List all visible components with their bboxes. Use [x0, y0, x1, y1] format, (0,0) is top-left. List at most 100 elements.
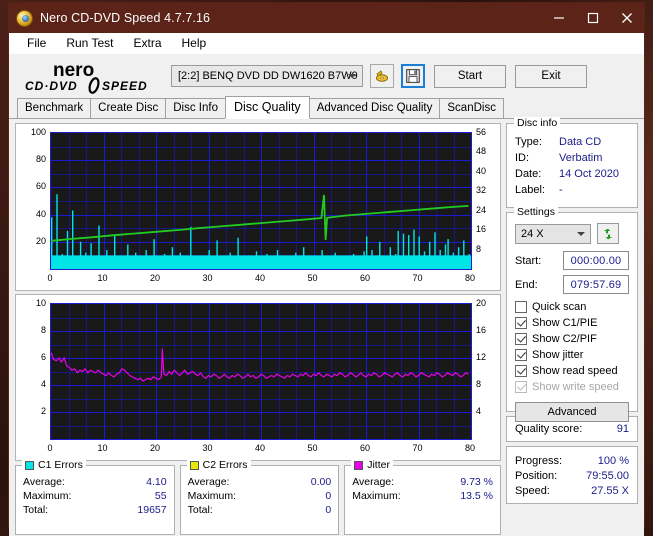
disc-info-title: Disc info — [514, 117, 561, 129]
tab-benchmark[interactable]: Benchmark — [17, 98, 92, 118]
x-axis-tick-label: 40 — [254, 443, 265, 453]
menu-item-help[interactable]: Help — [172, 33, 217, 54]
disc-label-value: - — [559, 184, 563, 196]
speed-select[interactable]: 24 X — [515, 223, 591, 244]
x-axis-tick-label: 60 — [359, 273, 370, 283]
checkbox-show-jitter[interactable]: Show jitter — [515, 347, 629, 363]
c1-total-value: 19657 — [137, 504, 167, 516]
drive-select[interactable]: [2:2] BENQ DVD DD DW1620 B7W9 — [171, 65, 363, 87]
settings-group: Settings 24 X Start: 000:00.00 End: 079:… — [506, 206, 638, 422]
menu-bar: File Run Test Extra Help — [9, 33, 644, 54]
checkbox-label: Show write speed — [532, 381, 619, 393]
close-icon[interactable] — [610, 3, 644, 33]
jitter-average-key: Average: — [352, 476, 395, 488]
start-button[interactable]: Start — [434, 64, 506, 88]
refresh-recycle-icon[interactable] — [597, 223, 619, 244]
jitter-chart: 2 4 6 8 10 4 8 12 16 20 0 10 20 30 40 50 60 70 80 — [15, 294, 501, 461]
x-axis-tick-label: 70 — [412, 273, 423, 283]
legend-jitter: Jitter Average: 9.73 % Maximum: 13.5 % — [344, 459, 502, 535]
series-jitter — [51, 348, 469, 382]
position-row: Position: 79:55.00 — [515, 469, 629, 484]
checkbox-label: Show read speed — [532, 365, 618, 377]
speed-key: Speed: — [515, 485, 550, 497]
tab-disc-info[interactable]: Disc Info — [165, 98, 226, 118]
checkbox-box — [515, 349, 527, 361]
end-input[interactable]: 079:57.69 — [563, 275, 629, 294]
quality-score-value: 91 — [616, 422, 629, 435]
y-axis-tick-label: 8 — [40, 325, 46, 335]
y2-axis-tick-label: 40 — [476, 165, 487, 176]
legend-row: C1 Errors Average: 4.10 Maximum: 55 Total:… — [15, 459, 502, 535]
tab-advanced-disc-quality[interactable]: Advanced Disc Quality — [308, 98, 441, 118]
c1-color-swatch — [25, 460, 34, 470]
series-c1-errors — [51, 194, 471, 269]
x-axis-tick-label: 20 — [149, 273, 160, 283]
start-label: Start: — [515, 254, 542, 267]
x-axis-tick-label: 80 — [464, 273, 475, 283]
tab-disc-quality[interactable]: Disc Quality — [225, 96, 310, 119]
tab-scandisc[interactable]: ScanDisc — [439, 98, 504, 118]
speed-row-status: Speed: 27.55 X — [515, 484, 629, 499]
menu-item-file[interactable]: File — [17, 33, 56, 54]
exit-button[interactable]: Exit — [515, 64, 587, 88]
position-key: Position: — [515, 470, 558, 482]
checkbox-quick-scan[interactable]: Quick scan — [515, 299, 629, 315]
menu-item-run-test[interactable]: Run Test — [56, 33, 123, 54]
legend-row-item: Total: 0 — [188, 503, 332, 517]
legend-c2-title: C2 Errors — [186, 459, 251, 471]
speed-select-value: 24 X — [521, 227, 544, 240]
y2-axis-tick-label: 12 — [476, 352, 487, 362]
checkbox-box — [515, 333, 527, 345]
y-axis-tick-label: 20 — [35, 235, 46, 246]
legend-jitter-title: Jitter — [351, 459, 393, 471]
checkbox-box — [515, 301, 527, 313]
disc-id-key: ID: — [515, 152, 530, 164]
eject-disc-icon[interactable] — [370, 64, 394, 88]
disc-label-key: Label: — [515, 184, 545, 196]
minimize-icon[interactable] — [542, 3, 576, 33]
checkbox-show-c1-pie[interactable]: Show C1/PIE — [515, 315, 629, 331]
legend-c2-label: C2 Errors — [202, 459, 248, 471]
legend-row-item: Average: 0.00 — [188, 475, 332, 489]
y-axis-tick-label: 80 — [35, 154, 46, 165]
x-axis-tick-label: 30 — [202, 273, 213, 283]
y2-axis-tick-label: 16 — [476, 325, 487, 335]
maximize-icon[interactable] — [576, 3, 610, 33]
x-axis-tick-label: 50 — [307, 273, 318, 283]
x-axis-tick-label: 10 — [97, 443, 108, 453]
tab-create-disc[interactable]: Create Disc — [90, 98, 167, 118]
x-axis-tick-label: 0 — [47, 273, 53, 283]
c2-average-key: Average: — [187, 476, 230, 488]
progress-key: Progress: — [515, 455, 563, 467]
disc-info-group: Disc info Type: Data CD ID: Verbatim Date:… — [506, 117, 638, 208]
progress-row: Progress: 100 % — [515, 454, 629, 469]
c1-average-value: 4.10 — [146, 476, 167, 488]
c2-maximum-key: Maximum: — [187, 490, 237, 502]
y2-axis-tick-label: 20 — [476, 298, 487, 308]
y2-axis-tick-label: 8 — [476, 243, 482, 254]
speed-value: 27.55 X — [591, 485, 629, 497]
disc-info-row-type: Type: Data CD — [515, 134, 629, 150]
disc-date-value: 14 Oct 2020 — [559, 168, 619, 180]
end-label: End: — [515, 278, 538, 291]
x-axis-tick-label: 80 — [464, 443, 475, 453]
start-input[interactable]: 000:00.00 — [563, 251, 629, 270]
legend-row-item: Average: 9.73 % — [352, 475, 493, 489]
legend-row-item: Maximum: 55 — [23, 489, 167, 503]
window-controls — [542, 3, 644, 33]
x-axis-tick-label: 30 — [202, 443, 213, 453]
jitter-chart-traces — [51, 348, 469, 382]
legend-row-item: Average: 4.10 — [23, 475, 167, 489]
menu-item-extra[interactable]: Extra — [123, 33, 171, 54]
checkbox-show-c2-pif[interactable]: Show C2/PIF — [515, 331, 629, 347]
legend-c2-errors: C2 Errors Average: 0.00 Maximum: 0 Total: 0 — [179, 459, 340, 535]
y2-axis-tick-label: 24 — [476, 204, 487, 215]
speed-row: 24 X — [515, 223, 629, 244]
tab-strip: Benchmark Create Disc Disc Info Disc Qua… — [9, 96, 644, 119]
advanced-button[interactable]: Advanced — [515, 402, 629, 422]
x-axis-tick-label: 60 — [359, 443, 370, 453]
y-axis-tick-label: 40 — [35, 208, 46, 219]
checkbox-show-read-speed[interactable]: Show read speed — [515, 363, 629, 379]
save-floppy-icon[interactable] — [401, 64, 425, 88]
chevron-down-icon — [577, 231, 585, 236]
